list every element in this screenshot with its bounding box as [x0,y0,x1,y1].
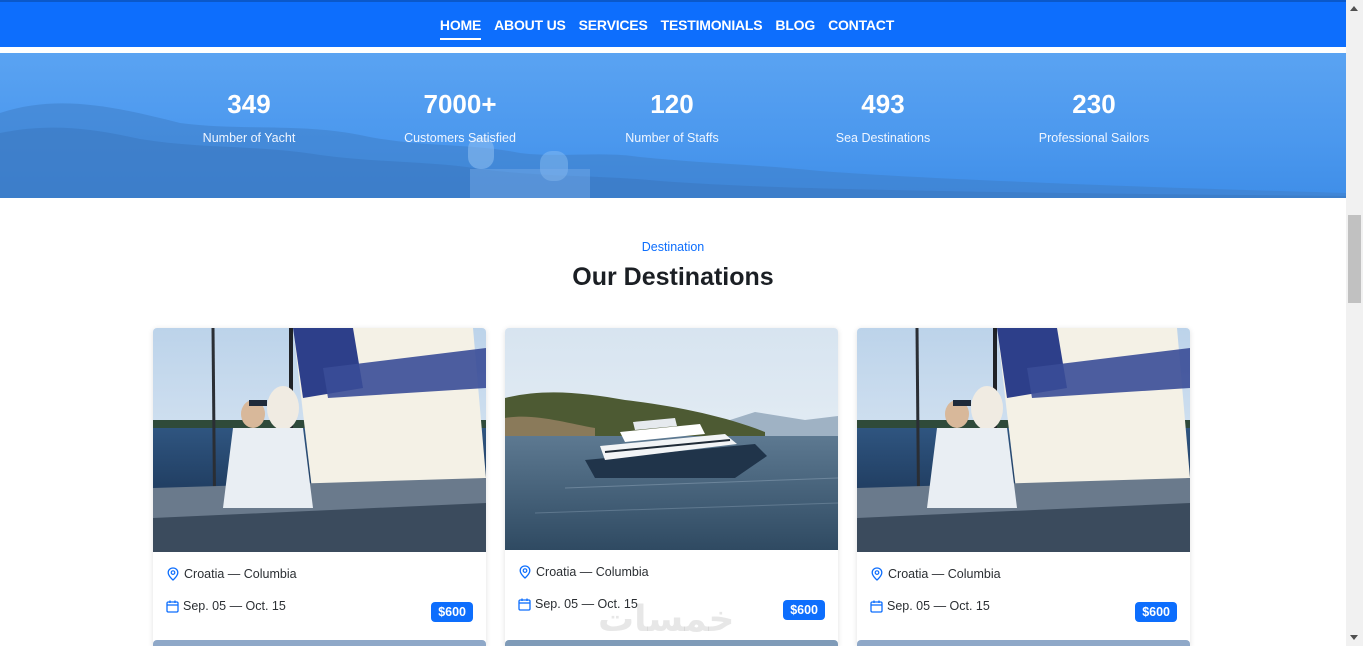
motor-yacht-photo [505,328,838,550]
watermark-logo: خمسات [598,598,735,639]
nav-links: HOME ABOUT US SERVICES TESTIMONIALS BLOG… [0,17,1346,40]
card-dates: Sep. 05 — Oct. 15 [870,599,990,613]
destination-card-next-row [857,640,1190,646]
top-navbar: HOME ABOUT US SERVICES TESTIMONIALS BLOG… [0,0,1346,47]
card-location: Croatia — Columbia [167,567,297,581]
map-pin-icon [871,567,883,581]
card-location: Croatia — Columbia [519,565,649,579]
stat-number: 230 [1072,89,1116,119]
stat-label: Professional Sailors [1038,131,1150,145]
destination-card[interactable]: Croatia — Columbia Sep. 05 — Oct. 15 $60… [153,328,486,646]
card-dates-text: Sep. 05 — Oct. 15 [887,599,990,613]
scroll-down-arrow-icon[interactable] [1350,635,1358,640]
stat-label: Customers Satisfied [404,131,516,145]
vertical-scrollbar[interactable] [1346,0,1363,646]
stat-number: 7000+ [423,89,497,119]
stat-yacht: 349 Number of Yacht [149,91,349,145]
card-dates: Sep. 05 — Oct. 15 [166,599,286,613]
calendar-icon [518,598,531,611]
sailboat-couple-photo [153,328,486,552]
card-dates-text: Sep. 05 — Oct. 15 [183,599,286,613]
stat-sailors: 230 Professional Sailors [994,91,1194,145]
nav-item-services[interactable]: SERVICES [579,17,648,40]
price-badge: $600 [783,600,825,620]
card-location-text: Croatia — Columbia [888,567,1001,581]
stat-number: 120 [650,89,694,119]
stat-destinations: 493 Sea Destinations [783,91,983,145]
scrollbar-thumb[interactable] [1348,215,1361,303]
price-badge: $600 [431,602,473,622]
stat-customers: 7000+ Customers Satisfied [360,91,560,145]
stats-banner: 349 Number of Yacht 7000+ Customers Sati… [0,53,1346,198]
card-location-text: Croatia — Columbia [536,565,649,579]
destination-card[interactable]: Croatia — Columbia Sep. 05 — Oct. 15 $60… [857,328,1190,646]
nav-item-blog[interactable]: BLOG [775,17,815,40]
nav-item-about-us[interactable]: ABOUT US [494,17,566,40]
stat-label: Number of Yacht [202,131,296,145]
map-pin-icon [519,565,531,579]
price-badge: $600 [1135,602,1177,622]
calendar-icon [166,600,179,613]
nav-item-home[interactable]: HOME [439,17,481,40]
map-pin-icon [167,567,179,581]
destination-card-next-row [153,640,486,646]
sailboat-couple-photo [857,328,1190,552]
card-location: Croatia — Columbia [871,567,1001,581]
stat-number: 349 [227,89,271,119]
stat-label: Number of Staffs [625,131,719,145]
section-heading: Our Destinations [572,263,774,291]
card-location-text: Croatia — Columbia [184,567,297,581]
nav-item-contact[interactable]: CONTACT [828,17,894,40]
stat-label: Sea Destinations [835,131,931,145]
calendar-icon [870,600,883,613]
destination-card-next-row [505,640,838,646]
stat-number: 493 [861,89,905,119]
scroll-up-arrow-icon[interactable] [1350,6,1358,11]
section-subheading: Destination [641,240,705,254]
nav-item-testimonials[interactable]: TESTIMONIALS [661,17,763,40]
stat-staffs: 120 Number of Staffs [572,91,772,145]
